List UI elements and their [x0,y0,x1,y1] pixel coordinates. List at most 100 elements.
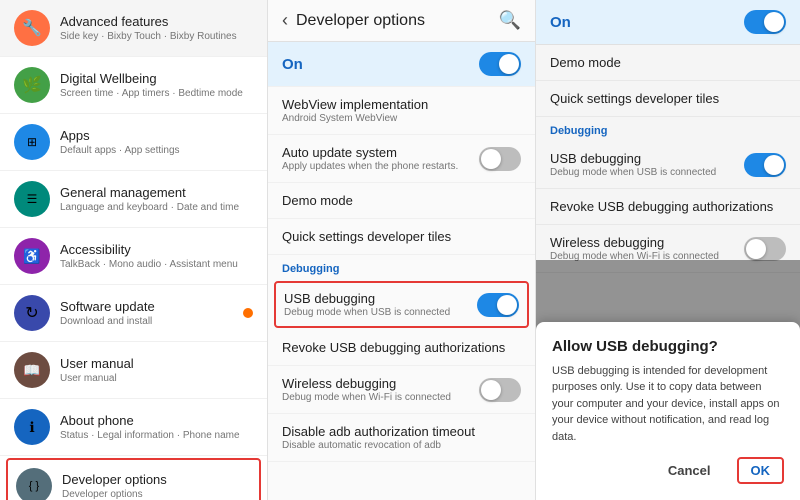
quick-settings-text: Quick settings developer tiles [282,229,521,244]
digital-wellbeing-text: Digital Wellbeing Screen time · App time… [60,71,253,100]
p3-wireless-debugging-title: Wireless debugging [550,235,744,250]
usb-debugging-text: USB debugging Debug mode when USB is con… [284,291,477,318]
back-button[interactable]: ‹ [282,10,288,31]
advanced-features-subtitle: Side key · Bixby Touch · Bixby Routines [60,31,253,42]
revoke-usb-title: Revoke USB debugging authorizations [282,340,521,355]
apps-title: Apps [60,128,253,145]
demo-mode-text: Demo mode [282,193,521,208]
software-update-subtitle: Download and install [60,316,239,327]
auto-update-subtitle: Apply updates when the phone restarts. [282,161,479,172]
dev-on-text: On [282,56,479,73]
advanced-features-text: Advanced features Side key · Bixby Touch… [60,14,253,43]
auto-update-title: Auto update system [282,145,479,160]
digital-wellbeing-subtitle: Screen time · App timers · Bedtime mode [60,88,253,99]
user-manual-subtitle: User manual [60,373,253,384]
dialog-cancel-button[interactable]: Cancel [654,457,725,484]
about-phone-title: About phone [60,413,253,430]
p3-debugging-section-label: Debugging [536,117,800,141]
p3-on-row[interactable]: On [536,0,800,45]
settings-item-advanced-features[interactable]: 🔧 Advanced features Side key · Bixby Tou… [0,0,267,57]
search-button[interactable]: 🔍 [499,10,521,31]
p3-demo-mode-row[interactable]: Demo mode [536,45,800,81]
settings-item-user-manual[interactable]: 📖 User manual User manual [0,342,267,399]
settings-item-about-phone[interactable]: ℹ About phone Status · Legal information… [0,399,267,456]
p3-demo-mode-title: Demo mode [550,55,786,70]
settings-item-accessibility[interactable]: ♿ Accessibility TalkBack · Mono audio · … [0,228,267,285]
apps-subtitle: Default apps · App settings [60,145,253,156]
revoke-usb-row[interactable]: Revoke USB debugging authorizations [268,330,535,366]
developer-options-text: Developer options Developer options [62,472,251,500]
software-update-icon: ↻ [14,295,50,331]
settings-item-digital-wellbeing[interactable]: 🌿 Digital Wellbeing Screen time · App ti… [0,57,267,114]
dev-on-toggle-row[interactable]: On [268,42,535,87]
webview-row[interactable]: WebView implementation Android System We… [268,87,535,135]
p3-wireless-debugging-text: Wireless debugging Debug mode when Wi-Fi… [550,235,744,262]
general-management-icon: ☰ [14,181,50,217]
user-manual-icon: 📖 [14,352,50,388]
general-management-subtitle: Language and keyboard · Date and time [60,202,253,213]
p3-usb-debugging-subtitle: Debug mode when USB is connected [550,167,744,178]
webview-text: WebView implementation Android System We… [282,97,521,124]
usb-debugging-row[interactable]: USB debugging Debug mode when USB is con… [274,281,529,328]
general-management-title: General management [60,185,253,202]
p3-usb-debugging-toggle[interactable] [744,153,786,177]
quick-settings-row[interactable]: Quick settings developer tiles [268,219,535,255]
p3-quick-settings-title: Quick settings developer tiles [550,91,786,106]
software-update-title: Software update [60,299,239,316]
p3-on-label: On [550,14,744,31]
wireless-debugging-row[interactable]: Wireless debugging Debug mode when Wi-Fi… [268,366,535,414]
dialog-buttons: Cancel OK [552,457,784,484]
dialog-ok-button[interactable]: OK [737,457,785,484]
dialog-title: Allow USB debugging? [552,338,784,355]
p3-quick-settings-row[interactable]: Quick settings developer tiles [536,81,800,117]
advanced-features-icon: 🔧 [14,10,50,46]
allow-usb-dialog: Allow USB debugging? USB debugging is in… [536,322,800,500]
revoke-usb-text: Revoke USB debugging authorizations [282,340,521,355]
settings-menu-panel: 🔧 Advanced features Side key · Bixby Tou… [0,0,268,500]
p3-revoke-usb-row[interactable]: Revoke USB debugging authorizations [536,189,800,225]
general-management-text: General management Language and keyboard… [60,185,253,214]
dialog-overlay: Allow USB debugging? USB debugging is in… [536,260,800,500]
about-phone-text: About phone Status · Legal information ·… [60,413,253,442]
panel-title: Developer options [296,12,499,30]
accessibility-subtitle: TalkBack · Mono audio · Assistant menu [60,259,253,270]
wireless-debugging-subtitle: Debug mode when Wi-Fi is connected [282,392,479,403]
digital-wellbeing-icon: 🌿 [14,67,50,103]
accessibility-title: Accessibility [60,242,253,259]
disable-adb-row[interactable]: Disable adb authorization timeout Disabl… [268,414,535,462]
software-update-text: Software update Download and install [60,299,239,328]
settings-item-software-update[interactable]: ↻ Software update Download and install [0,285,267,342]
developer-options-panel: ‹ Developer options 🔍 On WebView impleme… [268,0,536,500]
demo-mode-row[interactable]: Demo mode [268,183,535,219]
dev-on-title: On [282,56,479,73]
p3-wireless-debugging-toggle[interactable] [744,237,786,261]
settings-item-apps[interactable]: ⊞ Apps Default apps · App settings [0,114,267,171]
wireless-debugging-toggle[interactable] [479,378,521,402]
settings-item-general-management[interactable]: ☰ General management Language and keyboa… [0,171,267,228]
notification-badge [243,308,253,318]
p3-quick-settings-text: Quick settings developer tiles [550,91,786,106]
usb-debugging-subtitle: Debug mode when USB is connected [284,307,477,318]
p3-usb-debugging-row[interactable]: USB debugging Debug mode when USB is con… [536,141,800,189]
wireless-debugging-title: Wireless debugging [282,376,479,391]
p3-usb-debugging-title: USB debugging [550,151,744,166]
debugging-section-label: Debugging [268,255,535,279]
disable-adb-title: Disable adb authorization timeout [282,424,521,439]
auto-update-row[interactable]: Auto update system Apply updates when th… [268,135,535,183]
disable-adb-subtitle: Disable automatic revocation of adb [282,440,521,451]
usb-debugging-title: USB debugging [284,291,477,306]
developer-options-header: ‹ Developer options 🔍 [268,0,535,42]
usb-debugging-toggle[interactable] [477,293,519,317]
webview-subtitle: Android System WebView [282,113,521,124]
dev-on-toggle[interactable] [479,52,521,76]
p3-on-toggle[interactable] [744,10,786,34]
settings-items-list: 🔧 Advanced features Side key · Bixby Tou… [0,0,267,500]
auto-update-toggle[interactable] [479,147,521,171]
wireless-debugging-text: Wireless debugging Debug mode when Wi-Fi… [282,376,479,403]
auto-update-text: Auto update system Apply updates when th… [282,145,479,172]
advanced-features-title: Advanced features [60,14,253,31]
user-manual-title: User manual [60,356,253,373]
settings-item-developer-options[interactable]: { } Developer options Developer options [6,458,261,500]
p3-revoke-usb-text: Revoke USB debugging authorizations [550,199,786,214]
quick-settings-title: Quick settings developer tiles [282,229,521,244]
